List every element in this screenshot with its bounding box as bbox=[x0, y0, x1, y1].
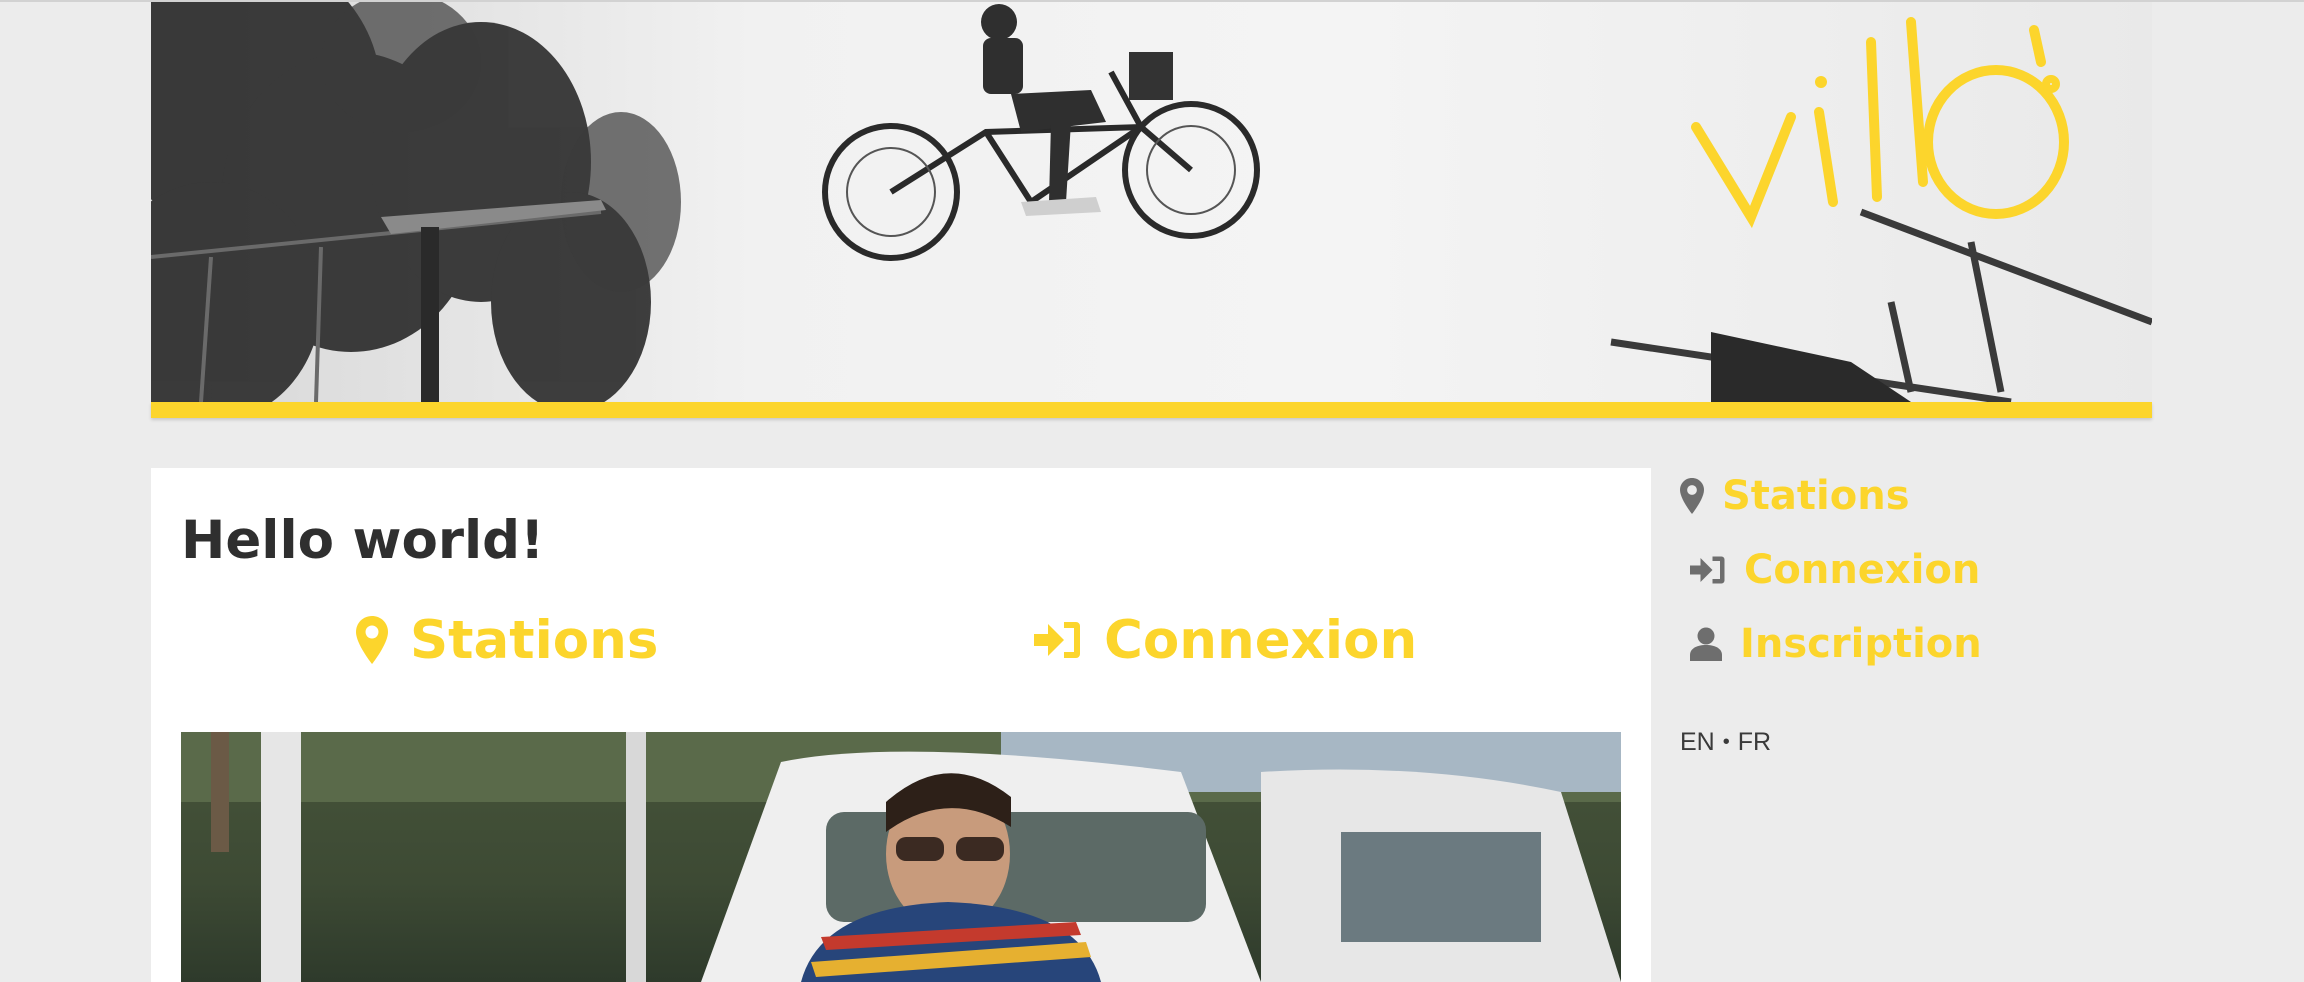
sidebar-item-label: Inscription bbox=[1740, 621, 1982, 667]
sidebar-item-label: Stations bbox=[1722, 473, 1910, 519]
banner-photo bbox=[151, 2, 2152, 402]
stations-link-label: Stations bbox=[410, 609, 659, 671]
language-en[interactable]: EN bbox=[1680, 728, 1715, 757]
villo-logo bbox=[1691, 17, 2069, 229]
stations-link[interactable]: Stations bbox=[356, 606, 658, 674]
connexion-link-label: Connexion bbox=[1104, 609, 1418, 671]
sidebar-item-connexion[interactable]: Connexion bbox=[1680, 542, 1980, 598]
map-marker-icon bbox=[356, 616, 388, 664]
main-card: Hello world! Stations Connexion bbox=[151, 468, 1651, 982]
page-title: Hello world! bbox=[181, 510, 545, 571]
sidebar-item-stations[interactable]: Stations bbox=[1680, 468, 1910, 524]
language-separator: • bbox=[1722, 731, 1730, 753]
connexion-link[interactable]: Connexion bbox=[1034, 606, 1417, 674]
language-switcher: EN • FR bbox=[1680, 728, 1771, 757]
header-banner bbox=[151, 2, 2152, 402]
sign-in-icon bbox=[1034, 620, 1082, 660]
user-icon bbox=[1690, 627, 1722, 661]
sign-in-icon bbox=[1690, 555, 1726, 585]
map-marker-icon bbox=[1680, 478, 1704, 514]
banner-accent-bar bbox=[151, 402, 2152, 418]
sidebar-item-label: Connexion bbox=[1744, 547, 1981, 593]
featured-photo bbox=[181, 732, 1621, 982]
sidebar-item-inscription[interactable]: Inscription bbox=[1680, 616, 1982, 672]
language-fr[interactable]: FR bbox=[1738, 728, 1771, 757]
